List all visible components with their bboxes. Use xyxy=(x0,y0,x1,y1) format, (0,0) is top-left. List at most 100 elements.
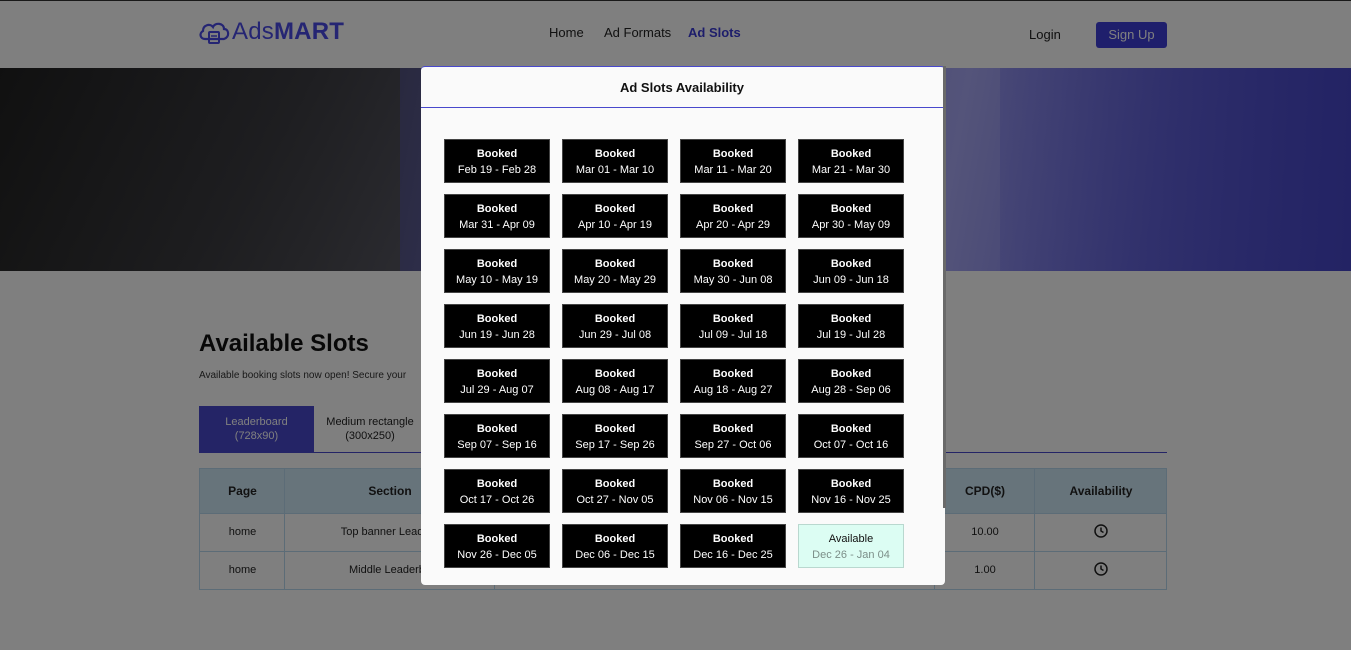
slot-booked: Booked Oct 07 - Oct 16 xyxy=(798,414,904,458)
slot-date-range: Apr 10 - Apr 19 xyxy=(578,219,652,231)
slot-date-range: Feb 19 - Feb 28 xyxy=(457,164,537,176)
slot-date-range: Oct 07 - Oct 16 xyxy=(813,439,889,451)
slot-date-range: Dec 26 - Jan 04 xyxy=(812,549,890,561)
slot-booked: Booked May 10 - May 19 xyxy=(444,249,550,293)
ad-slots-modal: Ad Slots Availability Booked Feb 19 - Feb… xyxy=(421,66,945,585)
slot-booked: Booked Jun 09 - Jun 18 xyxy=(798,249,904,293)
slot-status: Booked xyxy=(476,423,518,435)
slot-date-range: Oct 17 - Oct 26 xyxy=(459,494,535,506)
slot-date-range: Mar 21 - Mar 30 xyxy=(811,164,891,176)
slot-date-range: Sep 27 - Oct 06 xyxy=(694,439,772,451)
slot-booked: Booked Sep 17 - Sep 26 xyxy=(562,414,668,458)
slot-date-range: Mar 11 - Mar 20 xyxy=(694,164,772,176)
slot-booked: Booked Nov 26 - Dec 05 xyxy=(444,524,550,568)
slot-booked: Booked Aug 08 - Aug 17 xyxy=(562,359,668,403)
slot-date-range: Jun 29 - Jul 08 xyxy=(578,329,652,341)
slot-status: Booked xyxy=(712,533,754,545)
slot-status: Booked xyxy=(476,258,518,270)
slot-date-range: Nov 16 - Nov 25 xyxy=(811,494,891,506)
slot-booked: Booked Apr 10 - Apr 19 xyxy=(562,194,668,238)
slot-booked: Booked May 30 - Jun 08 xyxy=(680,249,786,293)
slot-status: Booked xyxy=(476,533,518,545)
slot-status: Booked xyxy=(476,368,518,380)
slot-status: Available xyxy=(828,533,874,545)
slot-date-range: Jun 19 - Jun 28 xyxy=(459,329,535,341)
slot-date-range: Aug 28 - Sep 06 xyxy=(811,384,891,396)
slot-date-range: May 20 - May 29 xyxy=(574,274,656,286)
slot-status: Booked xyxy=(594,148,636,160)
slot-booked: Booked Mar 31 - Apr 09 xyxy=(444,194,550,238)
slot-status: Booked xyxy=(712,478,754,490)
slot-booked: Booked Sep 27 - Oct 06 xyxy=(680,414,786,458)
slot-date-range: Jul 09 - Jul 18 xyxy=(698,329,768,341)
slot-booked: Booked Mar 01 - Mar 10 xyxy=(562,139,668,183)
slot-booked: Booked Jun 19 - Jun 28 xyxy=(444,304,550,348)
slot-booked: Booked Nov 16 - Nov 25 xyxy=(798,469,904,513)
slot-status: Booked xyxy=(712,423,754,435)
slot-status: Booked xyxy=(594,533,636,545)
slot-status: Booked xyxy=(476,313,518,325)
slot-date-range: Aug 08 - Aug 17 xyxy=(575,384,655,396)
slot-available[interactable]: Available Dec 26 - Jan 04 xyxy=(798,524,904,568)
slot-status: Booked xyxy=(830,148,872,160)
slot-booked: Booked Dec 06 - Dec 15 xyxy=(562,524,668,568)
slot-date-range: Nov 26 - Dec 05 xyxy=(457,549,537,561)
slot-date-range: Apr 30 - May 09 xyxy=(811,219,891,231)
slot-booked: Booked Mar 11 - Mar 20 xyxy=(680,139,786,183)
slot-booked: Booked Dec 16 - Dec 25 xyxy=(680,524,786,568)
slot-status: Booked xyxy=(712,368,754,380)
slot-date-range: Dec 06 - Dec 15 xyxy=(575,549,655,561)
slot-status: Booked xyxy=(594,313,636,325)
slot-booked: Booked Apr 30 - May 09 xyxy=(798,194,904,238)
modal-scrollbar[interactable] xyxy=(943,66,946,508)
slot-date-range: Dec 16 - Dec 25 xyxy=(693,549,773,561)
slot-booked: Booked Apr 20 - Apr 29 xyxy=(680,194,786,238)
slot-status: Booked xyxy=(594,478,636,490)
slot-date-range: Apr 20 - Apr 29 xyxy=(696,219,770,231)
slot-booked: Booked Nov 06 - Nov 15 xyxy=(680,469,786,513)
slot-booked: Booked Aug 28 - Sep 06 xyxy=(798,359,904,403)
slot-date-range: Mar 01 - Mar 10 xyxy=(575,164,655,176)
slot-status: Booked xyxy=(830,478,872,490)
slot-booked: Booked Oct 27 - Nov 05 xyxy=(562,469,668,513)
slot-booked: Booked Feb 19 - Feb 28 xyxy=(444,139,550,183)
slot-booked: Booked Sep 07 - Sep 16 xyxy=(444,414,550,458)
slot-status: Booked xyxy=(830,258,872,270)
slot-date-range: Jul 29 - Aug 07 xyxy=(460,384,534,396)
slot-status: Booked xyxy=(712,258,754,270)
slot-status: Booked xyxy=(594,423,636,435)
slot-date-range: May 10 - May 19 xyxy=(456,274,538,286)
slot-booked: Booked Oct 17 - Oct 26 xyxy=(444,469,550,513)
slot-status: Booked xyxy=(712,203,754,215)
slot-status: Booked xyxy=(594,368,636,380)
slot-status: Booked xyxy=(476,148,518,160)
modal-title: Ad Slots Availability xyxy=(619,80,744,95)
slot-status: Booked xyxy=(830,368,872,380)
slot-booked: Booked Aug 18 - Aug 27 xyxy=(680,359,786,403)
slot-booked: Booked Mar 21 - Mar 30 xyxy=(798,139,904,183)
slot-booked: Booked Jul 09 - Jul 18 xyxy=(680,304,786,348)
slot-date-range: Jul 19 - Jul 28 xyxy=(816,329,886,341)
slot-date-range: Sep 07 - Sep 16 xyxy=(457,439,537,451)
slot-date-range: Jun 09 - Jun 18 xyxy=(813,274,889,286)
slot-status: Booked xyxy=(712,148,754,160)
slot-booked: Booked Jul 19 - Jul 28 xyxy=(798,304,904,348)
slot-date-range: Nov 06 - Nov 15 xyxy=(693,494,773,506)
slot-status: Booked xyxy=(712,313,754,325)
slot-status: Booked xyxy=(594,203,636,215)
slot-date-range: May 30 - Jun 08 xyxy=(693,274,773,286)
slot-date-range: Mar 31 - Apr 09 xyxy=(459,219,535,231)
modal-divider xyxy=(421,107,943,108)
slot-booked: Booked May 20 - May 29 xyxy=(562,249,668,293)
slot-date-range: Oct 27 - Nov 05 xyxy=(576,494,654,506)
slot-status: Booked xyxy=(830,313,872,325)
slot-status: Booked xyxy=(830,203,872,215)
slot-status: Booked xyxy=(594,258,636,270)
slot-date-range: Aug 18 - Aug 27 xyxy=(693,384,773,396)
slot-status: Booked xyxy=(476,478,518,490)
slot-booked: Booked Jul 29 - Aug 07 xyxy=(444,359,550,403)
slot-booked: Booked Jun 29 - Jul 08 xyxy=(562,304,668,348)
slot-status: Booked xyxy=(830,423,872,435)
slot-status: Booked xyxy=(476,203,518,215)
slot-date-range: Sep 17 - Sep 26 xyxy=(575,439,655,451)
